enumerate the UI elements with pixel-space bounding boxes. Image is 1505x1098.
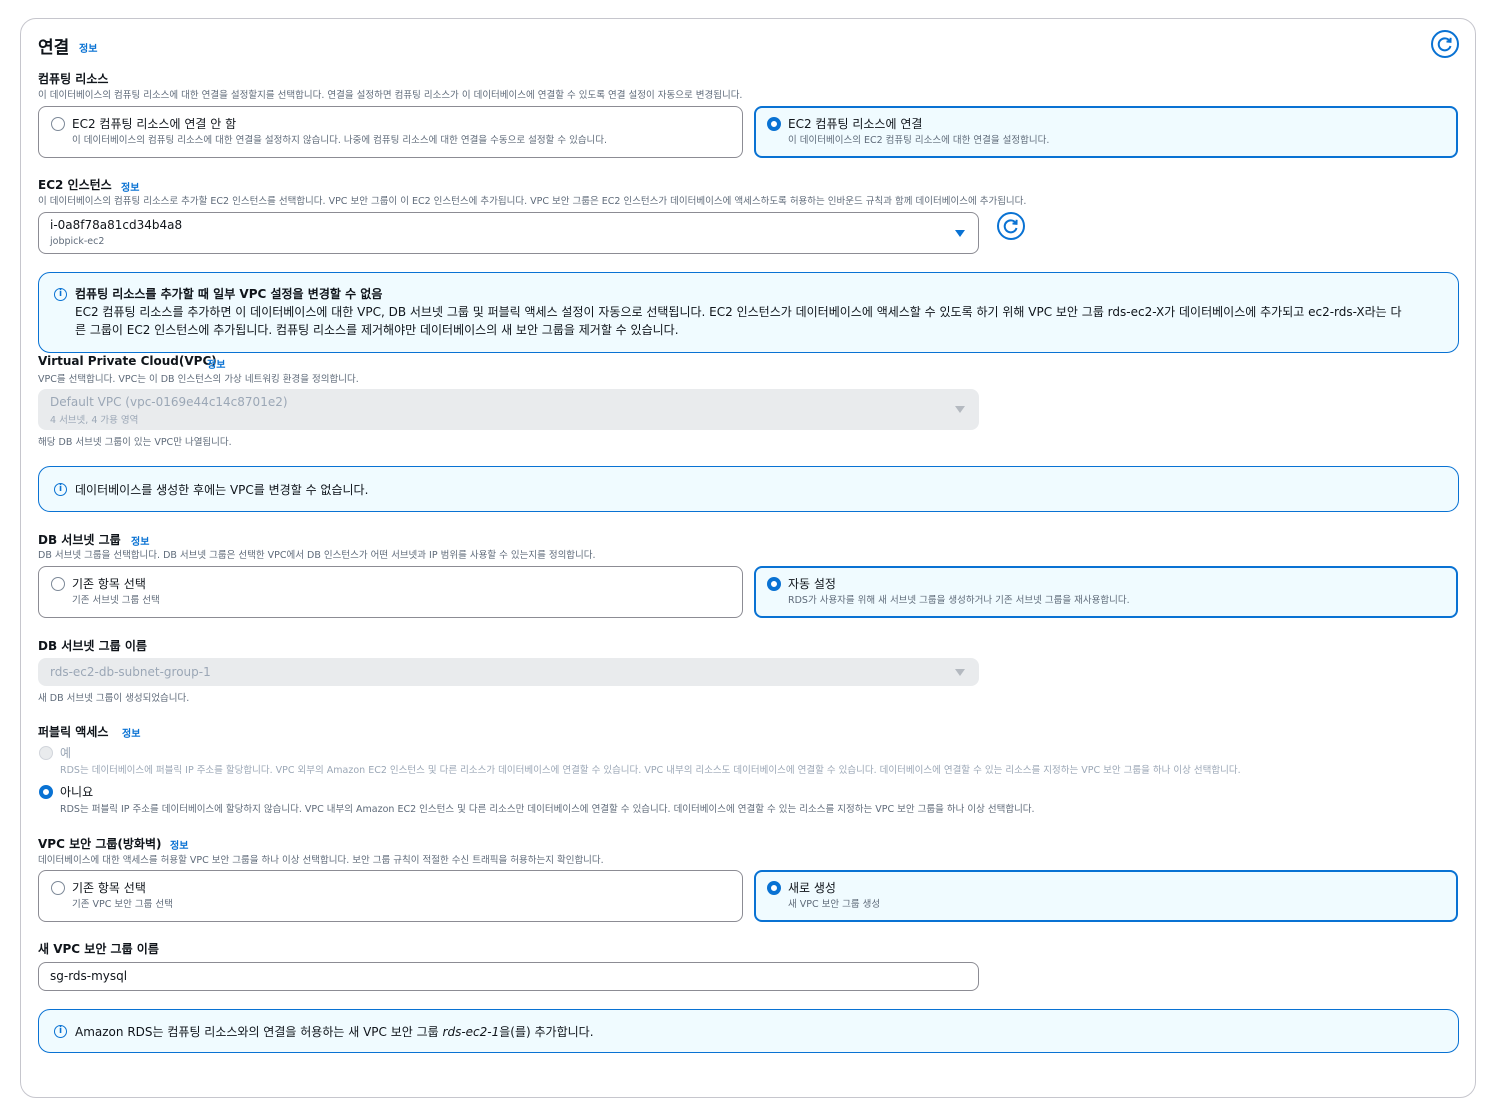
ec2-info-link[interactable]: 정보 <box>121 179 139 194</box>
vpc-select: Default VPC (vpc-0169e44c14c8701e2) 4 서브… <box>38 389 979 430</box>
option-label: EC2 컴퓨팅 리소스에 연결 안 함 <box>72 117 237 131</box>
subnet-name-label: DB 서브넷 그룹 이름 <box>38 639 147 653</box>
radio-no-connect[interactable] <box>51 117 65 131</box>
option-desc: 새 VPC 보안 그룹 생성 <box>788 899 881 910</box>
sg-option-existing[interactable]: 기존 항목 선택 기존 VPC 보안 그룹 선택 <box>38 870 743 922</box>
option-label: EC2 컴퓨팅 리소스에 연결 <box>788 117 923 131</box>
public-label: 퍼블릭 액세스 <box>38 725 109 739</box>
public-yes-desc: RDS는 데이터베이스에 퍼블릭 IP 주소를 할당합니다. VPC 외부의 A… <box>60 765 1241 776</box>
refresh-button[interactable] <box>1431 30 1459 58</box>
sg-name-label: 새 VPC 보안 그룹 이름 <box>38 942 159 956</box>
sg-desc: 데이터베이스에 대한 액세스를 허용할 VPC 보안 그룹을 하나 이상 선택합… <box>38 855 604 866</box>
info-icon: i <box>54 483 67 496</box>
alert-line-2: 른 그룹이 EC2 인스턴스에 추가됩니다. 컴퓨팅 리소스를 제거해야만 데이… <box>75 323 679 337</box>
info-icon: i <box>54 288 67 301</box>
subnet-desc: DB 서브넷 그룹을 선택합니다. DB 서브넷 그룹은 선택한 VPC에서 D… <box>38 550 596 561</box>
chevron-down-icon <box>955 230 965 237</box>
info-icon: i <box>54 1025 67 1038</box>
subnet-option-auto[interactable]: 자동 설정 RDS가 사용자를 위해 새 서브넷 그룹을 생성하거나 기존 서브… <box>754 566 1458 618</box>
sg-label: VPC 보안 그룹(방화벽) <box>38 837 162 851</box>
refresh-icon <box>1003 219 1018 234</box>
radio-public-yes <box>39 746 53 760</box>
info-link[interactable]: 정보 <box>79 40 97 55</box>
option-desc: 기존 서브넷 그룹 선택 <box>72 595 160 606</box>
public-no-desc: RDS는 퍼블릭 IP 주소를 데이터베이스에 할당하지 않습니다. VPC 내… <box>60 804 1035 815</box>
subnet-name-hint: 새 DB 서브넷 그룹이 생성되었습니다. <box>38 693 190 704</box>
option-desc: 기존 VPC 보안 그룹 선택 <box>72 899 173 910</box>
compute-label: 컴퓨팅 리소스 <box>38 72 109 86</box>
option-desc: RDS가 사용자를 위해 새 서브넷 그룹을 생성하거나 기존 서브넷 그룹을 … <box>788 595 1130 606</box>
select-value: rds-ec2-db-subnet-group-1 <box>50 665 211 679</box>
compute-desc: 이 데이터베이스의 컴퓨팅 리소스에 대한 연결을 설정할지를 선택합니다. 연… <box>38 90 743 101</box>
subnet-label: DB 서브넷 그룹 <box>38 533 121 547</box>
radio-sg-existing[interactable] <box>51 881 65 895</box>
refresh-icon <box>1437 37 1452 52</box>
sg-name-input[interactable]: sg-rds-mysql <box>38 962 979 991</box>
info-alert-vpc-settings: i 컴퓨팅 리소스를 추가할 때 일부 VPC 설정을 변경할 수 없음 EC2… <box>38 272 1459 353</box>
compute-option-connect[interactable]: EC2 컴퓨팅 리소스에 연결 이 데이터베이스의 EC2 컴퓨팅 리소스에 대… <box>754 106 1458 158</box>
info-alert-vpc-immutable: i 데이터베이스를 생성한 후에는 VPC를 변경할 수 없습니다. <box>38 466 1459 512</box>
public-info-link[interactable]: 정보 <box>122 725 140 740</box>
ec2-label: EC2 인스턴스 <box>38 178 112 192</box>
option-label: 기존 항목 선택 <box>72 881 146 895</box>
vpc-info-link[interactable]: 정보 <box>207 356 225 371</box>
ec2-desc: 이 데이터베이스의 컴퓨팅 리소스로 추가할 EC2 인스턴스를 선택합니다. … <box>38 196 1027 207</box>
compute-option-no-connect[interactable]: EC2 컴퓨팅 리소스에 연결 안 함 이 데이터베이스의 컴퓨팅 리소스에 대… <box>38 106 743 158</box>
sg-info-link[interactable]: 정보 <box>170 837 188 852</box>
option-desc: 이 데이터베이스의 EC2 컴퓨팅 리소스에 대한 연결을 설정합니다. <box>788 135 1050 146</box>
radio-public-no[interactable] <box>39 785 53 799</box>
alert-suffix: 을(를) 추가합니다. <box>499 1025 594 1039</box>
radio-existing[interactable] <box>51 577 65 591</box>
subnet-info-link[interactable]: 정보 <box>131 533 149 548</box>
chevron-down-icon <box>955 669 965 676</box>
option-desc: 이 데이터베이스의 컴퓨팅 리소스에 대한 연결을 설정하지 않습니다. 나중에… <box>72 135 608 146</box>
public-no-label: 아니요 <box>60 785 94 799</box>
alert-line-1: EC2 컴퓨팅 리소스를 추가하면 이 데이터베이스에 대한 VPC, DB 서… <box>75 305 1402 319</box>
select-value: Default VPC (vpc-0169e44c14c8701e2) <box>50 395 288 409</box>
info-alert-new-sg: i Amazon RDS는 컴퓨팅 리소스와의 연결을 허용하는 새 VPC 보… <box>38 1009 1459 1053</box>
alert-text: 데이터베이스를 생성한 후에는 VPC를 변경할 수 없습니다. <box>75 483 369 497</box>
vpc-label: Virtual Private Cloud(VPC) <box>38 354 217 368</box>
alert-text: Amazon RDS는 컴퓨팅 리소스와의 연결을 허용하는 새 VPC 보안 … <box>75 1023 594 1040</box>
alert-prefix: Amazon RDS는 컴퓨팅 리소스와의 연결을 허용하는 새 VPC 보안 … <box>75 1025 443 1039</box>
input-value: sg-rds-mysql <box>50 969 128 983</box>
radio-sg-new[interactable] <box>767 881 781 895</box>
subnet-option-existing[interactable]: 기존 항목 선택 기존 서브넷 그룹 선택 <box>38 566 743 618</box>
select-value: i-0a8f78a81cd34b4a8 <box>50 218 183 232</box>
vpc-hint: 해당 DB 서브넷 그룹이 있는 VPC만 나열됩니다. <box>38 437 232 448</box>
option-label: 새로 생성 <box>788 881 836 895</box>
public-yes-label: 예 <box>60 746 72 760</box>
select-subvalue: jobpick-ec2 <box>50 236 105 247</box>
ec2-instance-select[interactable]: i-0a8f78a81cd34b4a8 jobpick-ec2 <box>38 212 979 254</box>
option-label: 기존 항목 선택 <box>72 577 146 591</box>
section-title: 연결 <box>38 38 70 58</box>
option-label: 자동 설정 <box>788 577 836 591</box>
ec2-refresh-button[interactable] <box>997 212 1025 240</box>
vpc-desc: VPC를 선택합니다. VPC는 이 DB 인스턴스의 가상 네트워킹 환경을 … <box>38 374 359 385</box>
sg-name-emphasis: rds-ec2-1 <box>442 1025 500 1039</box>
radio-connect[interactable] <box>767 117 781 131</box>
alert-title: 컴퓨팅 리소스를 추가할 때 일부 VPC 설정을 변경할 수 없음 <box>75 287 383 301</box>
sg-option-new[interactable]: 새로 생성 새 VPC 보안 그룹 생성 <box>754 870 1458 922</box>
radio-auto[interactable] <box>767 577 781 591</box>
subnet-name-select: rds-ec2-db-subnet-group-1 <box>38 658 979 686</box>
chevron-down-icon <box>955 406 965 413</box>
select-subvalue: 4 서브넷, 4 가용 영역 <box>50 415 139 426</box>
